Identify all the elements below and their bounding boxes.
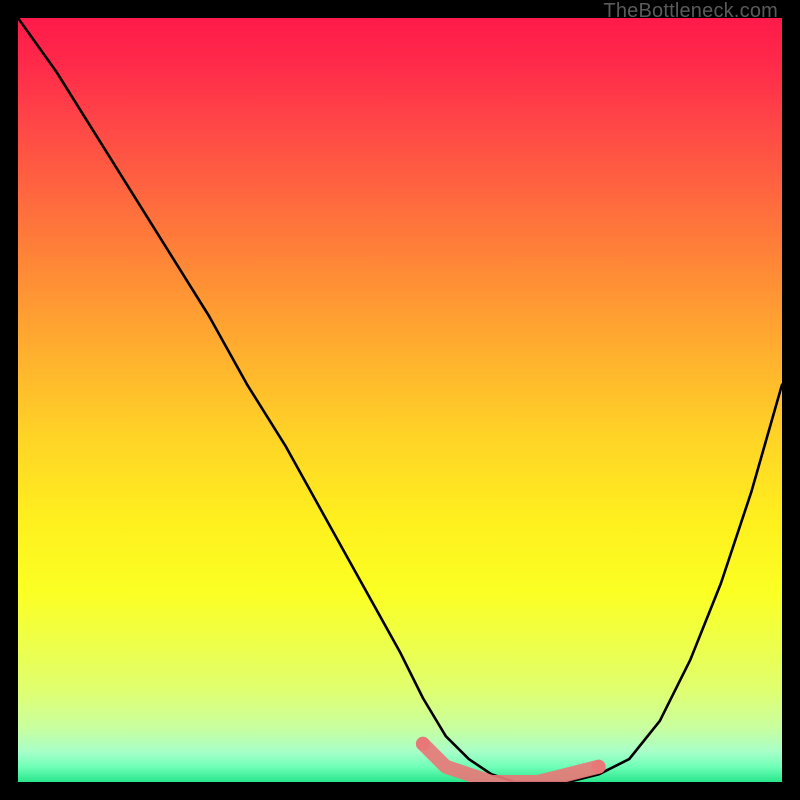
chart-plot-area bbox=[18, 18, 782, 782]
optimal-band-cap bbox=[592, 760, 606, 774]
chart-frame: TheBottleneck.com bbox=[0, 0, 800, 800]
bottleneck-curve bbox=[18, 18, 782, 782]
chart-svg bbox=[18, 18, 782, 782]
optimal-band-cap bbox=[416, 737, 430, 751]
optimal-band bbox=[423, 744, 599, 782]
